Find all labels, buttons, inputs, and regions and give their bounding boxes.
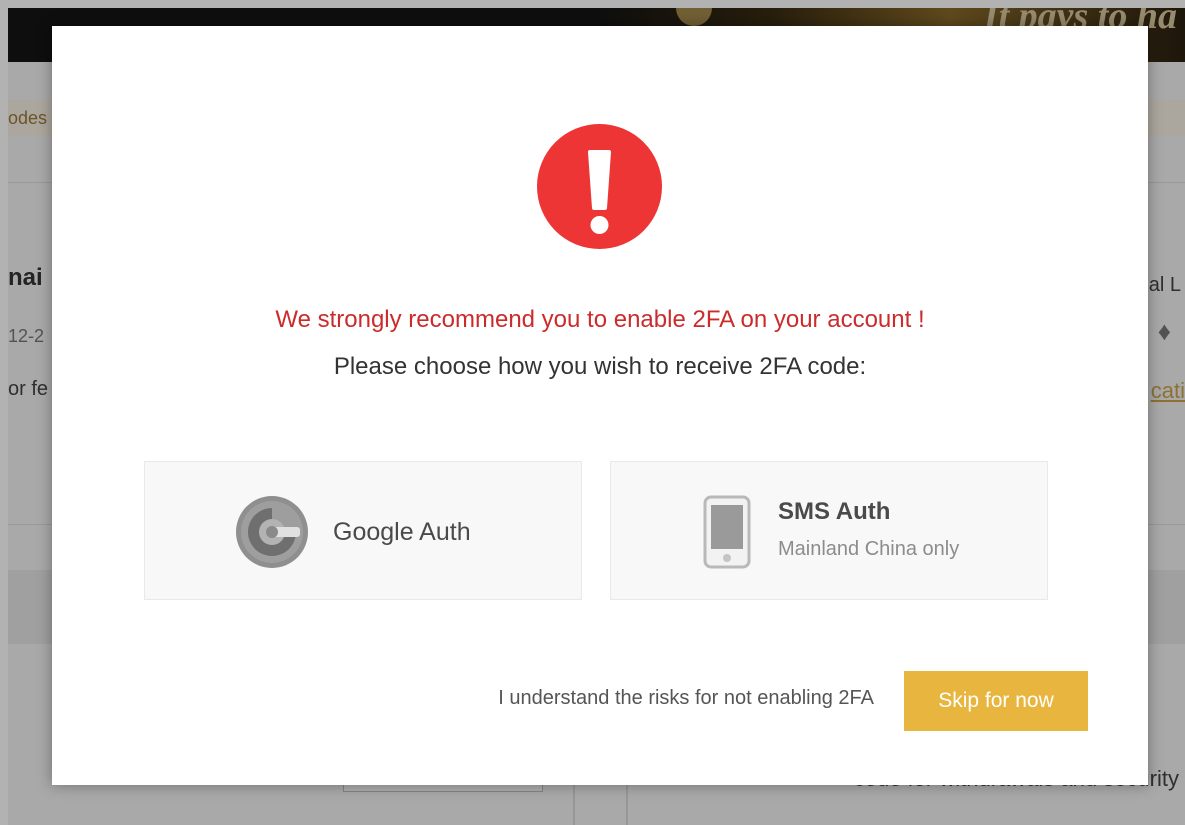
google-authenticator-icon — [235, 495, 309, 574]
google-auth-option[interactable]: Google Auth — [144, 461, 582, 600]
risk-acknowledgement-text: I understand the risks for not enabling … — [498, 687, 874, 709]
sms-auth-region-note: Mainland China only — [778, 538, 960, 560]
2fa-method-prompt: Please choose how you wish to receive 2F… — [333, 353, 867, 380]
phone-icon — [703, 495, 751, 574]
skip-for-now-button[interactable]: Skip for now — [904, 671, 1088, 731]
sms-auth-option[interactable]: SMS Auth Mainland China only — [610, 461, 1048, 600]
sms-auth-label: SMS Auth — [778, 498, 891, 525]
2fa-recommendation-headline: We strongly recommend you to enable 2FA … — [275, 306, 925, 333]
google-auth-label: Google Auth — [333, 518, 471, 546]
exclamation-alert-icon — [537, 124, 662, 249]
2fa-dialog: We strongly recommend you to enable 2FA … — [52, 26, 1148, 785]
page: It pays to ha odes nai 12-2 or fe al L ♦… — [0, 0, 1185, 825]
